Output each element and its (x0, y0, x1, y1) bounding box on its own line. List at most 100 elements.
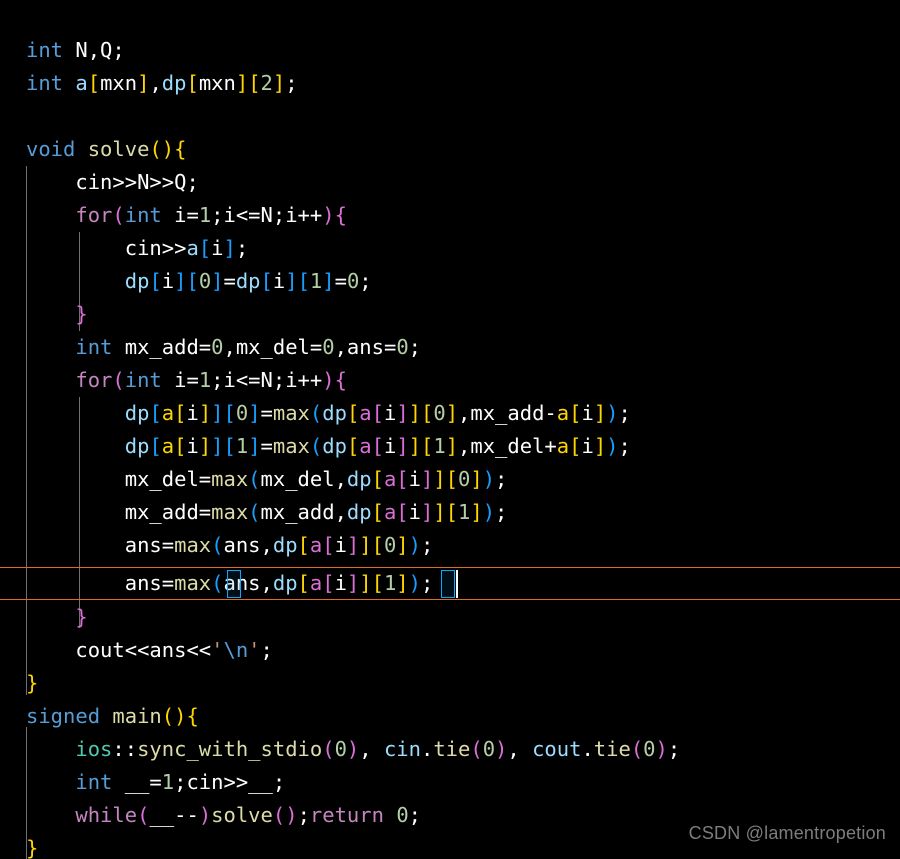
token-variable: a (556, 401, 570, 425)
token-bracket: ) (408, 533, 421, 557)
code-line[interactable]: ans=max(ans,dp[a[i]][0]); (0, 529, 900, 562)
token-bracket: [ (149, 434, 162, 458)
token-plain: ans, (223, 571, 273, 595)
code-line[interactable]: dp[i][0]=dp[i][1]=0; (0, 265, 900, 298)
code-line[interactable]: dp[a[i]][0]=max(dp[a[i]][0],mx_add-a[i])… (0, 397, 900, 430)
token-bracket: [ (297, 269, 310, 293)
token-bracket: ( (630, 737, 644, 761)
token-bracket: { (334, 368, 347, 392)
token-plain: i= (161, 203, 199, 227)
token-bracket: ) (606, 401, 619, 425)
code-line[interactable]: } (0, 667, 900, 700)
token-plain: ;i<=N;i++ (211, 203, 323, 227)
code-line[interactable]: cout<<ans<<'\n'; (0, 634, 900, 667)
token-bracket: ( (137, 803, 150, 827)
token-variable: dp (272, 571, 298, 595)
token-function: max (272, 434, 310, 458)
token-bracket: ] (248, 434, 261, 458)
code-editor[interactable]: int N,Q; int a[mxn],dp[mxn][2]; void sol… (0, 0, 900, 859)
token-bracket: ] (593, 401, 607, 425)
token-variable: cin (383, 737, 421, 761)
token-number: 2 (260, 71, 273, 95)
token-bracket: ] (445, 434, 459, 458)
token-bracket: ] (346, 533, 360, 557)
token-plain: ; (495, 467, 508, 491)
code-line[interactable]: dp[a[i]][1]=max(dp[a[i]][1],mx_del+a[i])… (0, 430, 900, 463)
token-number: 1 (235, 434, 249, 458)
token-bracket: ] (211, 434, 224, 458)
token-number: 1 (309, 269, 323, 293)
token-bracket: ] (346, 571, 360, 595)
token-plain: mxn (198, 71, 236, 95)
token-bracket: ] (420, 500, 434, 524)
token-variable: a (161, 434, 175, 458)
token-number: 0 (396, 803, 409, 827)
token-bracket: [ (371, 434, 384, 458)
text-cursor (456, 570, 458, 598)
token-number: 1 (383, 571, 397, 595)
token-number: 1 (433, 434, 446, 458)
token-variable: a (383, 500, 397, 524)
code-line[interactable]: mx_add=max(mx_add,dp[a[i]][1]); (0, 496, 900, 529)
token-plain: i (581, 401, 594, 425)
token-plain: ans, (223, 533, 273, 557)
token-bracket: ( (248, 467, 261, 491)
token-number: 0 (346, 269, 360, 293)
code-line[interactable]: for(int i=1;i<=N;i++){ (0, 364, 900, 397)
token-plain: mxn (100, 71, 138, 95)
token-number: 0 (198, 269, 212, 293)
code-line[interactable]: cin>>a[i]; (0, 232, 900, 265)
code-surface[interactable]: int N,Q; int a[mxn],dp[mxn][2]; void sol… (0, 0, 900, 859)
token-function: main (112, 704, 162, 728)
token-bracket: [ (396, 500, 409, 524)
code-line[interactable]: } (0, 601, 900, 634)
token-bracket: ] (408, 401, 421, 425)
code-line[interactable]: int mx_add=0,mx_del=0,ans=0; (0, 331, 900, 364)
token-number: 0 (235, 401, 249, 425)
token-plain: = (260, 401, 273, 425)
token-keyword: int (124, 203, 162, 227)
code-line[interactable]: mx_del=max(mx_del,dp[a[i]][0]); (0, 463, 900, 496)
code-line[interactable]: int __=1;cin>>__; (0, 766, 900, 799)
token-plain: ,mx_del+ (458, 434, 557, 458)
code-line[interactable]: } (0, 298, 900, 331)
token-function: sync_with_stdio (137, 737, 323, 761)
code-line[interactable]: int N,Q; (0, 34, 900, 67)
token-bracket: { (334, 203, 347, 227)
code-line[interactable]: int a[mxn],dp[mxn][2]; (0, 67, 900, 100)
code-line-empty[interactable] (0, 100, 900, 133)
token-number: 1 (198, 368, 212, 392)
token-bracket: ( (211, 533, 224, 557)
token-bracket: [ (371, 500, 384, 524)
token-bracket-match-close: ) (408, 571, 421, 595)
token-variable: a (309, 571, 323, 595)
token-bracket: ] (420, 467, 434, 491)
token-bracket: ( (309, 401, 323, 425)
code-line[interactable]: ios::sync_with_stdio(0), cin.tie(0), cou… (0, 733, 900, 766)
token-variable: a (75, 71, 88, 95)
token-bracket: ] (248, 401, 261, 425)
token-bracket: ] (198, 401, 212, 425)
code-line[interactable]: cin>>N>>Q; (0, 166, 900, 199)
token-plain: , (507, 737, 533, 761)
token-bracket: [ (396, 467, 409, 491)
token-function: max (211, 500, 249, 524)
token-function: solve (211, 803, 273, 827)
token-bracket: [ (248, 71, 261, 95)
token-number: 0 (322, 335, 335, 359)
token-variable: a (359, 434, 372, 458)
token-plain: cout<<ans<< (26, 638, 212, 662)
token-plain: cin>>N>>Q; (26, 170, 199, 194)
code-line-current[interactable]: ans=max(ans,dp[a[i]][1]); (0, 567, 900, 600)
token-plain: i (186, 434, 199, 458)
token-bracket: ] (174, 269, 187, 293)
token-keyword: int (75, 770, 113, 794)
token-bracket: [ (421, 401, 434, 425)
code-line[interactable]: void solve(){ (0, 133, 900, 166)
code-line[interactable]: for(int i=1;i<=N;i++){ (0, 199, 900, 232)
code-line[interactable]: signed main(){ (0, 700, 900, 733)
